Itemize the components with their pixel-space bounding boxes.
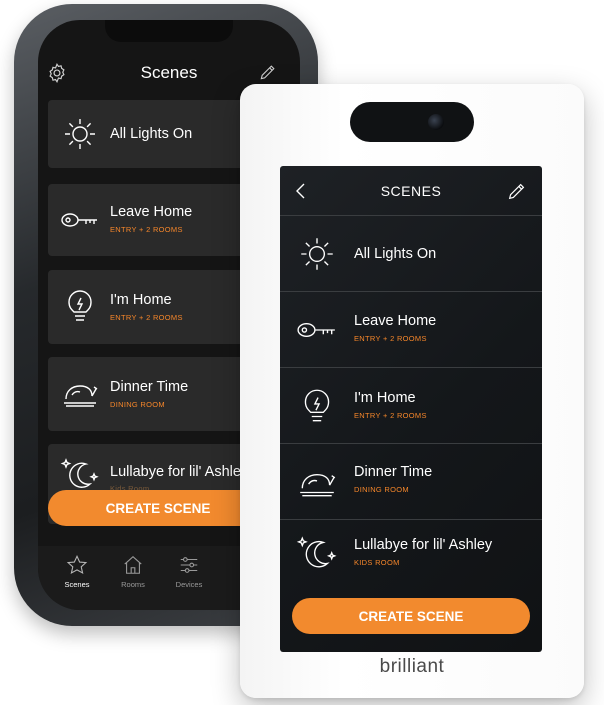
nav-label: Scenes bbox=[64, 580, 90, 589]
lightbulb-icon bbox=[296, 385, 338, 427]
moon-stars-icon bbox=[296, 534, 338, 576]
pencil-icon[interactable] bbox=[506, 180, 528, 202]
scene-name: Lullabye for lil' Ashley bbox=[110, 464, 249, 480]
scene-subtitle: KIDS ROOM bbox=[354, 558, 400, 567]
lightbulb-icon bbox=[60, 286, 100, 326]
nav-label: Rooms bbox=[121, 580, 145, 589]
nav-label: Devices bbox=[175, 580, 203, 589]
key-icon bbox=[60, 200, 100, 240]
scene-name: All Lights On bbox=[354, 246, 437, 262]
scene-row-dinner-time[interactable]: Dinner Time DINING ROOM bbox=[280, 444, 542, 520]
phone-notch bbox=[105, 20, 233, 42]
scene-row-lullabye[interactable]: Lullabye for lil' Ashley KIDS ROOM bbox=[280, 520, 542, 596]
scene-subtitle: ENTRY + 2 ROOMS bbox=[110, 225, 183, 234]
house-icon bbox=[106, 554, 160, 576]
nav-devices[interactable]: Devices bbox=[162, 554, 216, 589]
scene-row-leave-home[interactable]: Leave Home ENTRY + 2 ROOMS bbox=[280, 292, 542, 368]
sliders-icon bbox=[162, 554, 216, 576]
scene-row-im-home[interactable]: I'm Home ENTRY + 2 ROOMS bbox=[280, 368, 542, 444]
pencil-icon[interactable] bbox=[258, 62, 278, 82]
panel-header: SCENES bbox=[280, 166, 542, 216]
scene-name: Leave Home bbox=[354, 313, 437, 329]
scene-name: Lullabye for lil' Ashley bbox=[354, 537, 493, 553]
brand-logo: brilliant bbox=[379, 656, 445, 677]
scene-name: Dinner Time bbox=[354, 464, 433, 480]
brilliant-control-panel: SCENES All Lights On Leave Home ENTRY + … bbox=[240, 84, 584, 698]
scene-subtitle: DINING ROOM bbox=[354, 485, 409, 494]
create-scene-button[interactable]: CREATE SCENE bbox=[48, 490, 268, 526]
camera-bar bbox=[350, 102, 474, 142]
camera-lens bbox=[428, 114, 444, 130]
scene-row-all-lights-on[interactable]: All Lights On bbox=[280, 216, 542, 292]
sun-icon bbox=[296, 233, 338, 275]
scene-subtitle: DINING ROOM bbox=[110, 400, 165, 409]
sun-icon bbox=[60, 114, 100, 154]
scene-subtitle: ENTRY + 2 ROOMS bbox=[354, 411, 427, 420]
scene-subtitle: ENTRY + 2 ROOMS bbox=[354, 334, 427, 343]
nav-rooms[interactable]: Rooms bbox=[106, 554, 160, 589]
turkey-icon bbox=[296, 461, 338, 503]
scene-name: All Lights On bbox=[110, 126, 193, 142]
scene-subtitle: ENTRY + 2 ROOMS bbox=[110, 313, 183, 322]
turkey-icon bbox=[60, 373, 100, 413]
create-scene-button[interactable]: CREATE SCENE bbox=[292, 598, 530, 634]
star-icon bbox=[50, 554, 104, 576]
panel-screen: SCENES All Lights On Leave Home ENTRY + … bbox=[280, 166, 542, 652]
page-title: SCENES bbox=[380, 183, 442, 199]
scene-name: Leave Home bbox=[110, 204, 193, 220]
key-icon bbox=[296, 309, 338, 351]
scene-name: Dinner Time bbox=[110, 379, 189, 395]
nav-scenes[interactable]: Scenes bbox=[50, 554, 104, 589]
scene-name: I'm Home bbox=[110, 292, 172, 308]
scene-name: I'm Home bbox=[354, 390, 416, 406]
